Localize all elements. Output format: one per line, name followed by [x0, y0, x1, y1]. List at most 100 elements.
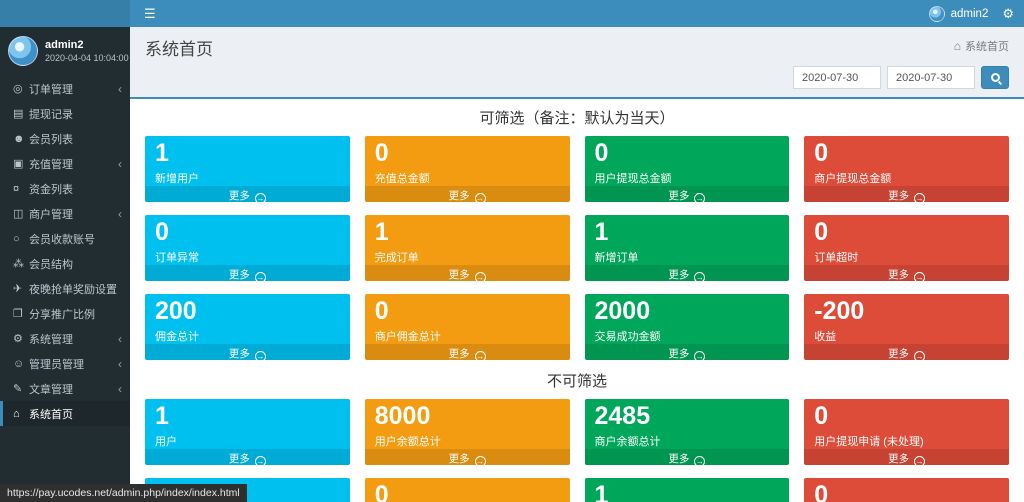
- stat-box: 0订单异常更多 →: [145, 215, 350, 281]
- more-link[interactable]: 更多 →: [365, 265, 570, 282]
- more-link[interactable]: 更多 →: [804, 186, 1009, 203]
- sidebar: admin2 2020-04-04 10:04:00 ◎订单管理‹▤提现记录☻会…: [0, 27, 130, 502]
- search-button[interactable]: [981, 66, 1009, 89]
- sidebar-item-users-alt[interactable]: ☺管理员管理‹: [0, 351, 130, 376]
- wrench-icon: ⚙: [13, 332, 29, 345]
- stat-value: 0: [375, 482, 560, 502]
- sidebar-item-dashboard[interactable]: ◎订单管理‹: [0, 76, 130, 101]
- sidebar-item-users[interactable]: ⁂会员结构: [0, 251, 130, 276]
- date-to-input[interactable]: [887, 66, 975, 89]
- arrow-circle-right-icon: →: [914, 193, 925, 202]
- sidebar-item-label: 会员列表: [29, 131, 122, 147]
- edit-icon: ✎: [13, 382, 29, 395]
- chevron-left-icon: ‹: [114, 207, 122, 221]
- stat-value: 0: [814, 482, 999, 502]
- more-link[interactable]: 更多 →: [145, 186, 350, 203]
- more-link[interactable]: 更多 →: [365, 344, 570, 361]
- navbar-user-menu[interactable]: admin2: [929, 6, 989, 22]
- gear-icon[interactable]: ⚙: [1002, 6, 1014, 22]
- more-link[interactable]: 更多 →: [585, 449, 790, 466]
- stat-value: 0: [814, 219, 999, 247]
- arrow-circle-right-icon: →: [694, 193, 705, 202]
- sidebar-item-bank[interactable]: ◫商户管理‹: [0, 201, 130, 226]
- sidebar-item-label: 订单管理: [29, 81, 114, 97]
- home-icon: ⌂: [13, 408, 29, 420]
- logo-area: [0, 0, 130, 27]
- sidebar-item-label: 充值管理: [29, 156, 114, 172]
- stat-box: 0商户提现申请 (未处理)更多 →: [365, 478, 570, 502]
- sidebar-item-home[interactable]: ⌂系统首页: [0, 401, 130, 426]
- stat-label: 用户提现总金额: [595, 170, 780, 186]
- stat-box: -200收益更多 →: [804, 294, 1009, 360]
- stat-label: 新增用户: [155, 170, 340, 186]
- arrow-circle-right-icon: →: [475, 193, 486, 202]
- sidebar-item-label: 文章管理: [29, 381, 114, 397]
- stat-label: 佣金总计: [155, 328, 340, 344]
- more-link[interactable]: 更多 →: [804, 344, 1009, 361]
- breadcrumb-label: 系统首页: [965, 38, 1009, 54]
- date-from-input[interactable]: [793, 66, 881, 89]
- arrow-circle-right-icon: →: [475, 456, 486, 465]
- stat-box: 2485商户余额总计更多 →: [585, 399, 790, 465]
- arrow-circle-right-icon: →: [475, 272, 486, 281]
- stat-label: 新增订单: [595, 249, 780, 265]
- sidebar-item-plane[interactable]: ✈夜晚抢单奖励设置: [0, 276, 130, 301]
- stat-box: 0订单超时更多 →: [804, 215, 1009, 281]
- browser-status-url: https://pay.ucodes.net/admin.php/index/i…: [0, 484, 247, 502]
- chevron-left-icon: ‹: [114, 382, 122, 396]
- sidebar-item-image[interactable]: ▣充值管理‹: [0, 151, 130, 176]
- table-icon: ▤: [13, 107, 29, 120]
- sidebar-user-panel: admin2 2020-04-04 10:04:00: [0, 27, 130, 76]
- chevron-left-icon: ‹: [114, 357, 122, 371]
- sidebar-item-label: 提现记录: [29, 106, 122, 122]
- more-link[interactable]: 更多 →: [804, 449, 1009, 466]
- stat-box: 0当前在线抢单人数更多 →: [804, 478, 1009, 502]
- more-link[interactable]: 更多 →: [145, 265, 350, 282]
- arrow-circle-right-icon: →: [914, 456, 925, 465]
- stat-label: 交易成功金额: [595, 328, 780, 344]
- stat-value: 0: [375, 298, 560, 326]
- sidebar-item-book[interactable]: ❐分享推广比例: [0, 301, 130, 326]
- more-link[interactable]: 更多 →: [365, 186, 570, 203]
- users-alt-icon: ☺: [13, 358, 29, 370]
- more-link[interactable]: 更多 →: [804, 265, 1009, 282]
- sidebar-item-label: 管理员管理: [29, 356, 114, 372]
- breadcrumb[interactable]: ⌂ 系统首页: [954, 38, 1009, 54]
- home-icon: ⌂: [954, 39, 961, 53]
- sidebar-item-label: 系统首页: [29, 406, 122, 422]
- image-icon: ▣: [13, 157, 29, 170]
- bank-icon: ◫: [13, 207, 29, 220]
- sidebar-avatar: [8, 36, 38, 66]
- sidebar-item-label: 商户管理: [29, 206, 114, 222]
- more-link[interactable]: 更多 →: [145, 344, 350, 361]
- stat-box: 8000用户余额总计更多 →: [365, 399, 570, 465]
- plane-icon: ✈: [13, 282, 29, 295]
- more-link[interactable]: 更多 →: [585, 186, 790, 203]
- more-link[interactable]: 更多 →: [585, 265, 790, 282]
- stat-value: 1: [155, 140, 340, 168]
- arrow-circle-right-icon: →: [255, 272, 266, 281]
- sidebar-item-table[interactable]: ▤提现记录: [0, 101, 130, 126]
- sidebar-item-label: 夜晚抢单奖励设置: [29, 281, 122, 297]
- chevron-left-icon: ‹: [114, 157, 122, 171]
- arrow-circle-right-icon: →: [694, 351, 705, 360]
- sidebar-item-user[interactable]: ☻会员列表: [0, 126, 130, 151]
- dashboard-icon: ◎: [13, 82, 29, 95]
- sidebar-toggle-icon[interactable]: ☰: [140, 0, 160, 27]
- stats-grid: 1用户更多 →8000用户余额总计更多 →2485商户余额总计更多 →0用户提现…: [145, 399, 1009, 502]
- chevron-left-icon: ‹: [114, 82, 122, 96]
- more-link[interactable]: 更多 →: [365, 449, 570, 466]
- stat-box: 1当前在线人数更多 →: [585, 478, 790, 502]
- stat-value: 200: [155, 298, 340, 326]
- sidebar-item-circle-o[interactable]: ○会员收款账号: [0, 226, 130, 251]
- sidebar-login-time: 2020-04-04 10:04:00: [45, 53, 129, 63]
- sidebar-item-edit[interactable]: ✎文章管理‹: [0, 376, 130, 401]
- search-icon: [991, 73, 1000, 82]
- arrow-circle-right-icon: →: [255, 456, 266, 465]
- book-icon: ❐: [13, 307, 29, 320]
- sidebar-item-money[interactable]: ¤资金列表: [0, 176, 130, 201]
- more-link[interactable]: 更多 →: [145, 449, 350, 466]
- stat-label: 充值总金额: [375, 170, 560, 186]
- sidebar-item-wrench[interactable]: ⚙系统管理‹: [0, 326, 130, 351]
- more-link[interactable]: 更多 →: [585, 344, 790, 361]
